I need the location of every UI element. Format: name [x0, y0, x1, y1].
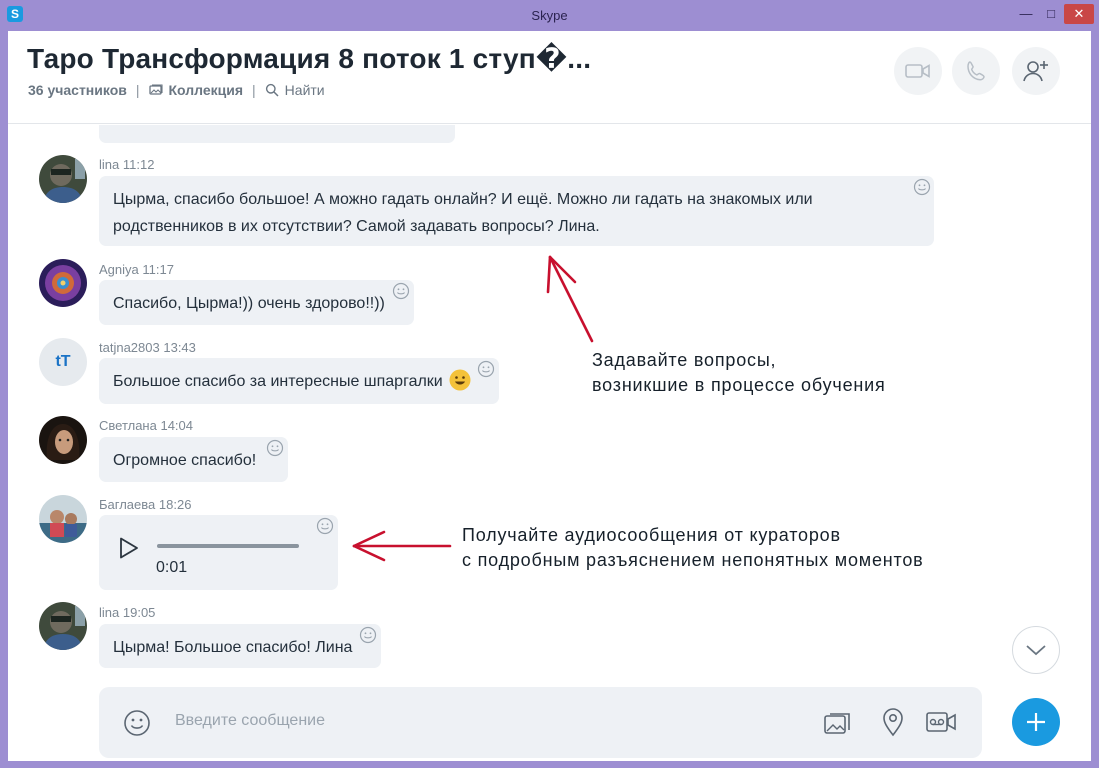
image-icon[interactable] — [823, 709, 853, 737]
location-icon[interactable] — [881, 707, 905, 737]
annotation-arrows — [352, 255, 594, 562]
window-title: Skype — [531, 8, 568, 23]
chat-pane: Таро Трансформация 8 поток 1 ступ�... 36… — [8, 31, 1091, 761]
minimize-button[interactable]: — — [1014, 4, 1038, 24]
add-content-button[interactable] — [1012, 698, 1060, 746]
title-bar: S Skype — □ ✕ — [0, 0, 1099, 31]
maximize-button[interactable]: □ — [1040, 4, 1062, 24]
arrow-to-audio — [352, 530, 452, 562]
emoji-icon[interactable] — [123, 709, 151, 737]
message-composer[interactable]: Введите сообщение — [99, 687, 982, 758]
skype-window: S Skype — □ ✕ Таро Трансформация 8 поток… — [0, 0, 1099, 768]
close-button[interactable]: ✕ — [1064, 4, 1094, 24]
plus-icon — [1027, 713, 1045, 731]
message-input[interactable]: Введите сообщение — [175, 712, 325, 730]
video-message-icon[interactable] — [925, 709, 957, 735]
arrow-to-question — [546, 255, 594, 343]
